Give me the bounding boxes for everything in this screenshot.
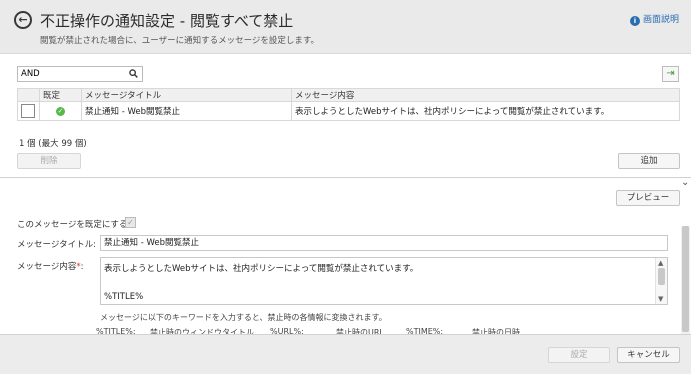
- content-label-text: メッセージ内容: [17, 262, 77, 272]
- item-count: 1 個 (最大 99 個): [19, 139, 87, 149]
- content-textarea[interactable]: 表示しようとしたWebサイトは、社内ポリシーによって閲覧が禁止されています。 %…: [100, 257, 668, 305]
- help-label: 画面説明: [642, 15, 679, 25]
- default-checkbox[interactable]: ✓: [125, 217, 136, 228]
- footer-bar: 設定 キャンセル: [0, 334, 691, 374]
- search-input[interactable]: [18, 67, 123, 81]
- row-content: 表示しようとしたWebサイトは、社内ポリシーによって閲覧が禁止されています。: [291, 101, 680, 121]
- scroll-down-icon[interactable]: ▼: [658, 295, 663, 303]
- preview-button[interactable]: プレビュー: [616, 190, 680, 206]
- help-link[interactable]: i 画面説明: [629, 12, 679, 26]
- table-header-select: [17, 88, 40, 102]
- page-subtitle: 閲覧が禁止された場合に、ユーザーに通知するメッセージを設定します。: [40, 36, 320, 46]
- default-label: このメッセージを既定にする:: [17, 220, 131, 230]
- delete-button[interactable]: 削除: [17, 153, 81, 169]
- search-box: [17, 66, 143, 82]
- cancel-button[interactable]: キャンセル: [617, 347, 680, 363]
- title-field[interactable]: 禁止通知 - Web閲覧禁止: [100, 235, 668, 251]
- table-header-content: メッセージ内容: [291, 88, 680, 102]
- panel-scroll-thumb[interactable]: [682, 226, 689, 332]
- title-label: メッセージタイトル:: [17, 240, 97, 250]
- add-button[interactable]: 追加: [618, 153, 680, 169]
- search-icon[interactable]: [129, 69, 138, 78]
- content-line-2: %TITLE%: [104, 292, 144, 302]
- content-line-1: 表示しようとしたWebサイトは、社内ポリシーによって閲覧が禁止されています。: [104, 264, 419, 274]
- table-header-row: 既定 メッセージタイトル メッセージ内容: [17, 88, 680, 102]
- section-divider: [0, 177, 691, 178]
- chevron-down-icon[interactable]: ⌄: [681, 177, 689, 188]
- table-header-title: メッセージタイトル: [81, 88, 292, 102]
- keyword-hint: メッセージに以下のキーワードを入力すると、禁止時の各情報に変換されます。: [100, 313, 387, 322]
- table-row[interactable]: ✓ 禁止通知 - Web閲覧禁止 表示しようとしたWebサイトは、社内ポリシーに…: [17, 101, 680, 121]
- table-header-default: 既定: [39, 88, 82, 102]
- scroll-up-icon[interactable]: ▲: [658, 259, 663, 267]
- export-icon[interactable]: ⇥: [662, 66, 679, 82]
- textarea-scrollbar[interactable]: ▲ ▼: [655, 258, 667, 304]
- row-title: 禁止通知 - Web閲覧禁止: [81, 101, 292, 121]
- check-circle-icon: ✓: [56, 107, 65, 116]
- ok-button[interactable]: 設定: [548, 347, 610, 363]
- message-table: 既定 メッセージタイトル メッセージ内容 ✓ 禁止通知 - Web閲覧禁止 表示…: [17, 88, 680, 121]
- panel-scrollbar[interactable]: [681, 226, 690, 334]
- content-label: メッセージ内容*:: [17, 260, 83, 272]
- page-title: 不正操作の通知設定 - 閲覧すべて禁止: [40, 12, 294, 30]
- back-arrow-icon[interactable]: ←: [14, 11, 32, 29]
- row-select-checkbox[interactable]: [21, 104, 35, 118]
- content-label-colon: :: [80, 262, 84, 272]
- scroll-thumb[interactable]: [658, 268, 665, 285]
- info-icon: i: [629, 16, 640, 26]
- page-header: ← 不正操作の通知設定 - 閲覧すべて禁止 閲覧が禁止された場合に、ユーザーに通…: [0, 0, 691, 54]
